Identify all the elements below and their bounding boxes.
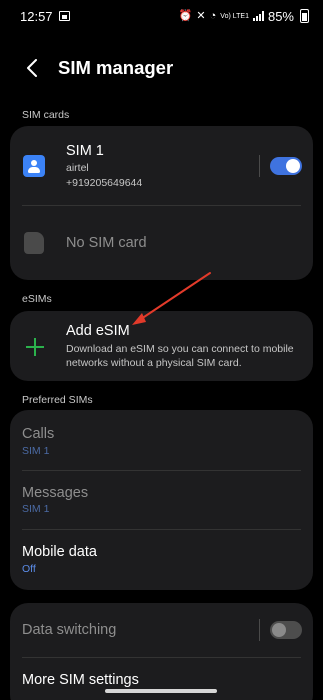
network-type: Vo) LTE1: [220, 12, 249, 20]
home-indicator[interactable]: [105, 689, 217, 693]
messages-value: SIM 1: [22, 503, 50, 515]
battery-icon: [300, 9, 309, 23]
data-switching-row: Data switching: [10, 603, 313, 658]
chevron-left-icon: [27, 59, 37, 77]
more-sim-settings-row[interactable]: More SIM settings: [10, 658, 313, 700]
page-title: SIM manager: [58, 57, 174, 78]
back-button[interactable]: [12, 48, 52, 88]
add-esim-title: Add eSIM: [66, 323, 130, 339]
calls-value: SIM 1: [22, 445, 50, 457]
status-time: 12:57: [20, 8, 53, 24]
sim1-toggle[interactable]: [270, 157, 302, 175]
sim2-row: No SIM card: [10, 206, 313, 280]
mobile-data-title: Mobile data: [22, 544, 97, 560]
calls-title: Calls: [22, 426, 55, 442]
sim1-name: SIM 1: [66, 143, 104, 159]
add-esim-card[interactable]: Add eSIM Download an eSIM so you can con…: [10, 311, 313, 381]
sim-card-icon: [23, 155, 45, 177]
battery-percent: 85%: [267, 8, 294, 24]
section-label-preferred-sims: Preferred SIMs: [22, 394, 93, 406]
section-label-sim-cards: SIM cards: [22, 109, 70, 121]
divider: [259, 155, 260, 177]
section-label-esims: eSIMs: [22, 293, 52, 305]
image-icon: [58, 11, 70, 21]
preferred-sims-card: Calls SIM 1 Messages SIM 1 Mobile data O…: [10, 410, 313, 590]
sim-cards-card: SIM 1 airtel +919205649644 No SIM card: [10, 126, 313, 280]
mobile-data-value: Off: [22, 563, 36, 575]
add-esim-description: Download an eSIM so you can connect to m…: [66, 343, 294, 369]
more-settings-card: Data switching More SIM settings: [10, 603, 313, 700]
wifi-icon: ◔: [209, 9, 217, 22]
mobile-data-row[interactable]: Mobile data Off: [10, 530, 313, 590]
more-sim-settings-title: More SIM settings: [22, 672, 139, 688]
mute-icon: ✕: [196, 9, 206, 22]
sim2-label: No SIM card: [66, 235, 147, 251]
messages-row: Messages SIM 1: [10, 470, 313, 530]
data-switching-title: Data switching: [22, 622, 117, 638]
sim-card-icon: [24, 232, 44, 254]
signal-icon: [252, 11, 264, 21]
status-bar: 12:57 ⏰ ✕ ◔ Vo) LTE1 85%: [0, 0, 323, 32]
alarm-icon: ⏰: [178, 9, 193, 22]
data-switching-toggle: [270, 621, 302, 639]
sim1-carrier: airtel: [66, 162, 89, 174]
divider: [259, 619, 260, 641]
app-header: SIM manager: [0, 48, 323, 88]
sim1-row[interactable]: SIM 1 airtel +919205649644: [10, 126, 313, 206]
messages-title: Messages: [22, 485, 89, 501]
calls-row: Calls SIM 1: [10, 410, 313, 470]
sim1-number: +919205649644: [66, 177, 143, 189]
plus-icon: [26, 338, 44, 356]
